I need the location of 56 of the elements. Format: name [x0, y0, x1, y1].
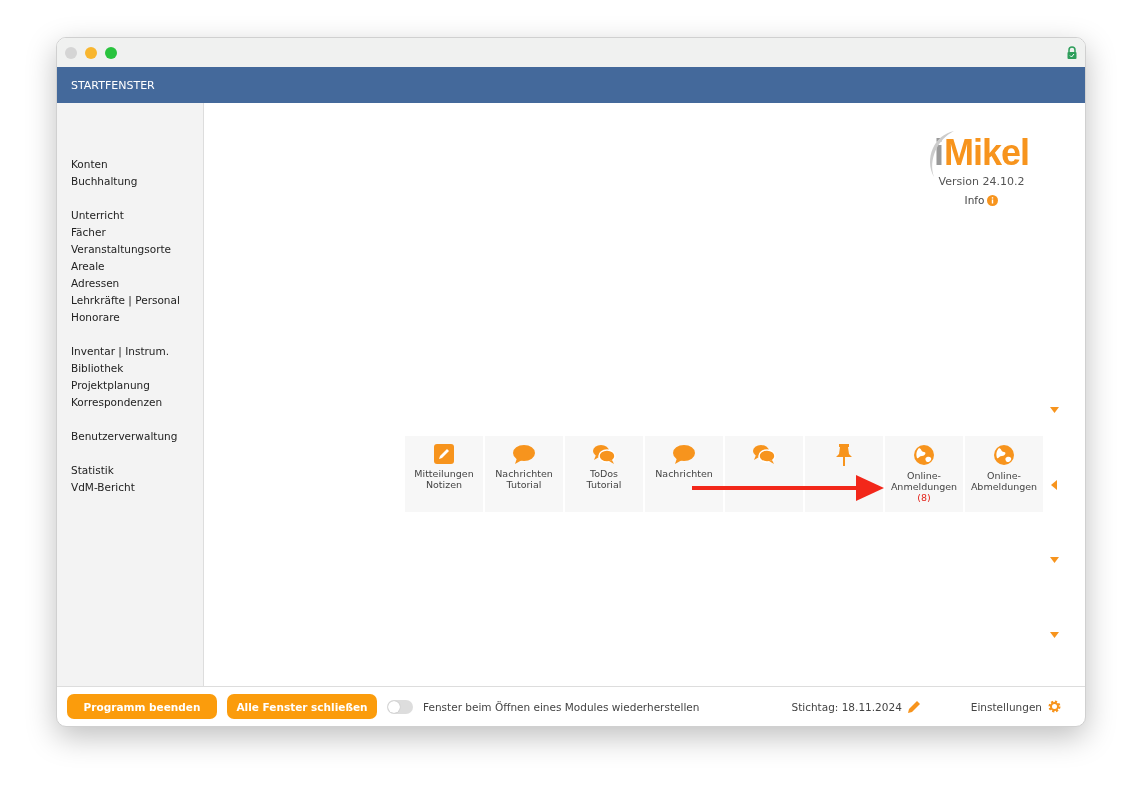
sidebar-item[interactable]: Adressen: [71, 275, 203, 292]
version-text: Version 24.10.2: [938, 175, 1025, 188]
zoom-button[interactable]: [105, 46, 117, 59]
dropdown-triangle-icon[interactable]: [1050, 557, 1059, 563]
sidebar-item[interactable]: Inventar | Instrum.: [71, 343, 203, 360]
pushpin-icon: [836, 444, 852, 466]
tile-label: Online- Anmeldungen: [890, 470, 958, 492]
window-title: STARTFENSTER: [71, 78, 155, 92]
toggle-label: Fenster beim Öffnen eines Modules wiederherstellen: [423, 700, 700, 713]
sidebar-item[interactable]: Buchhaltung: [71, 173, 203, 190]
info-icon: [987, 194, 999, 206]
sidebar-item[interactable]: Fächer: [71, 224, 203, 241]
sidebar-item[interactable]: Statistik: [71, 462, 203, 479]
tile-label: ToDos Tutorial: [586, 468, 622, 490]
close-button[interactable]: [65, 46, 77, 59]
tile-label: Nachrichten: [655, 468, 713, 479]
sidebar-item[interactable]: VdM-Bericht: [71, 479, 203, 496]
speech-bubble-icon: [512, 444, 536, 464]
module-tile[interactable]: ToDos Tutorial: [565, 436, 643, 512]
sidebar-item[interactable]: Lehrkräfte | Personal: [71, 292, 203, 309]
pencil-icon[interactable]: [907, 700, 921, 713]
sidebar-item[interactable]: Bibliothek: [71, 360, 203, 377]
sidebar-item[interactable]: Areale: [71, 258, 203, 275]
edit-icon: [434, 444, 454, 464]
toggle-switch[interactable]: [387, 699, 413, 714]
settings-link[interactable]: Einstellungen: [970, 700, 1061, 713]
settings-icon: [1048, 700, 1061, 713]
sidebar-item[interactable]: Honorare: [71, 309, 203, 326]
sidebar-item[interactable]: Projektplanung: [71, 377, 203, 394]
tile-label: Online- Abmeldungen: [970, 470, 1038, 492]
globe-icon: [993, 444, 1015, 466]
sidebar-item[interactable]: Veranstaltungsorte: [71, 241, 203, 258]
speech-bubbles-icon: [752, 444, 776, 464]
module-tile[interactable]: Online- Anmeldungen (8): [885, 436, 963, 512]
speech-bubble-icon: [672, 444, 696, 464]
dropdown-triangle-icon[interactable]: [1050, 407, 1059, 413]
module-tile[interactable]: Nachrichten: [645, 436, 723, 512]
sidebar-item[interactable]: Konten: [71, 156, 203, 173]
module-tile[interactable]: Mitteilungen Notizen: [405, 436, 483, 512]
lock-icon: [1067, 46, 1077, 59]
sidebar-item[interactable]: Unterricht: [71, 207, 203, 224]
count-label: (8): [917, 492, 931, 503]
speech-bubbles-icon: [592, 444, 616, 464]
dropdown-triangle-icon[interactable]: [1050, 632, 1059, 638]
sidebar-item[interactable]: Korrespondenzen: [71, 394, 203, 411]
globe-icon: [913, 444, 935, 466]
module-tile[interactable]: Online- Abmeldungen: [965, 436, 1043, 512]
module-tile[interactable]: Nachrichten Tutorial: [485, 436, 563, 512]
tile-label: Nachrichten Tutorial: [495, 468, 553, 490]
minimize-button[interactable]: [85, 46, 97, 59]
date-text: Stichtag: 18.11.2024: [791, 700, 902, 713]
sidebar-item[interactable]: Benutzerverwaltung: [71, 428, 203, 445]
tile-label: Mitteilungen Notizen: [414, 468, 474, 490]
module-tile[interactable]: [725, 436, 803, 512]
left-triangle-icon[interactable]: [1051, 480, 1057, 490]
info-link[interactable]: Info: [964, 194, 999, 206]
